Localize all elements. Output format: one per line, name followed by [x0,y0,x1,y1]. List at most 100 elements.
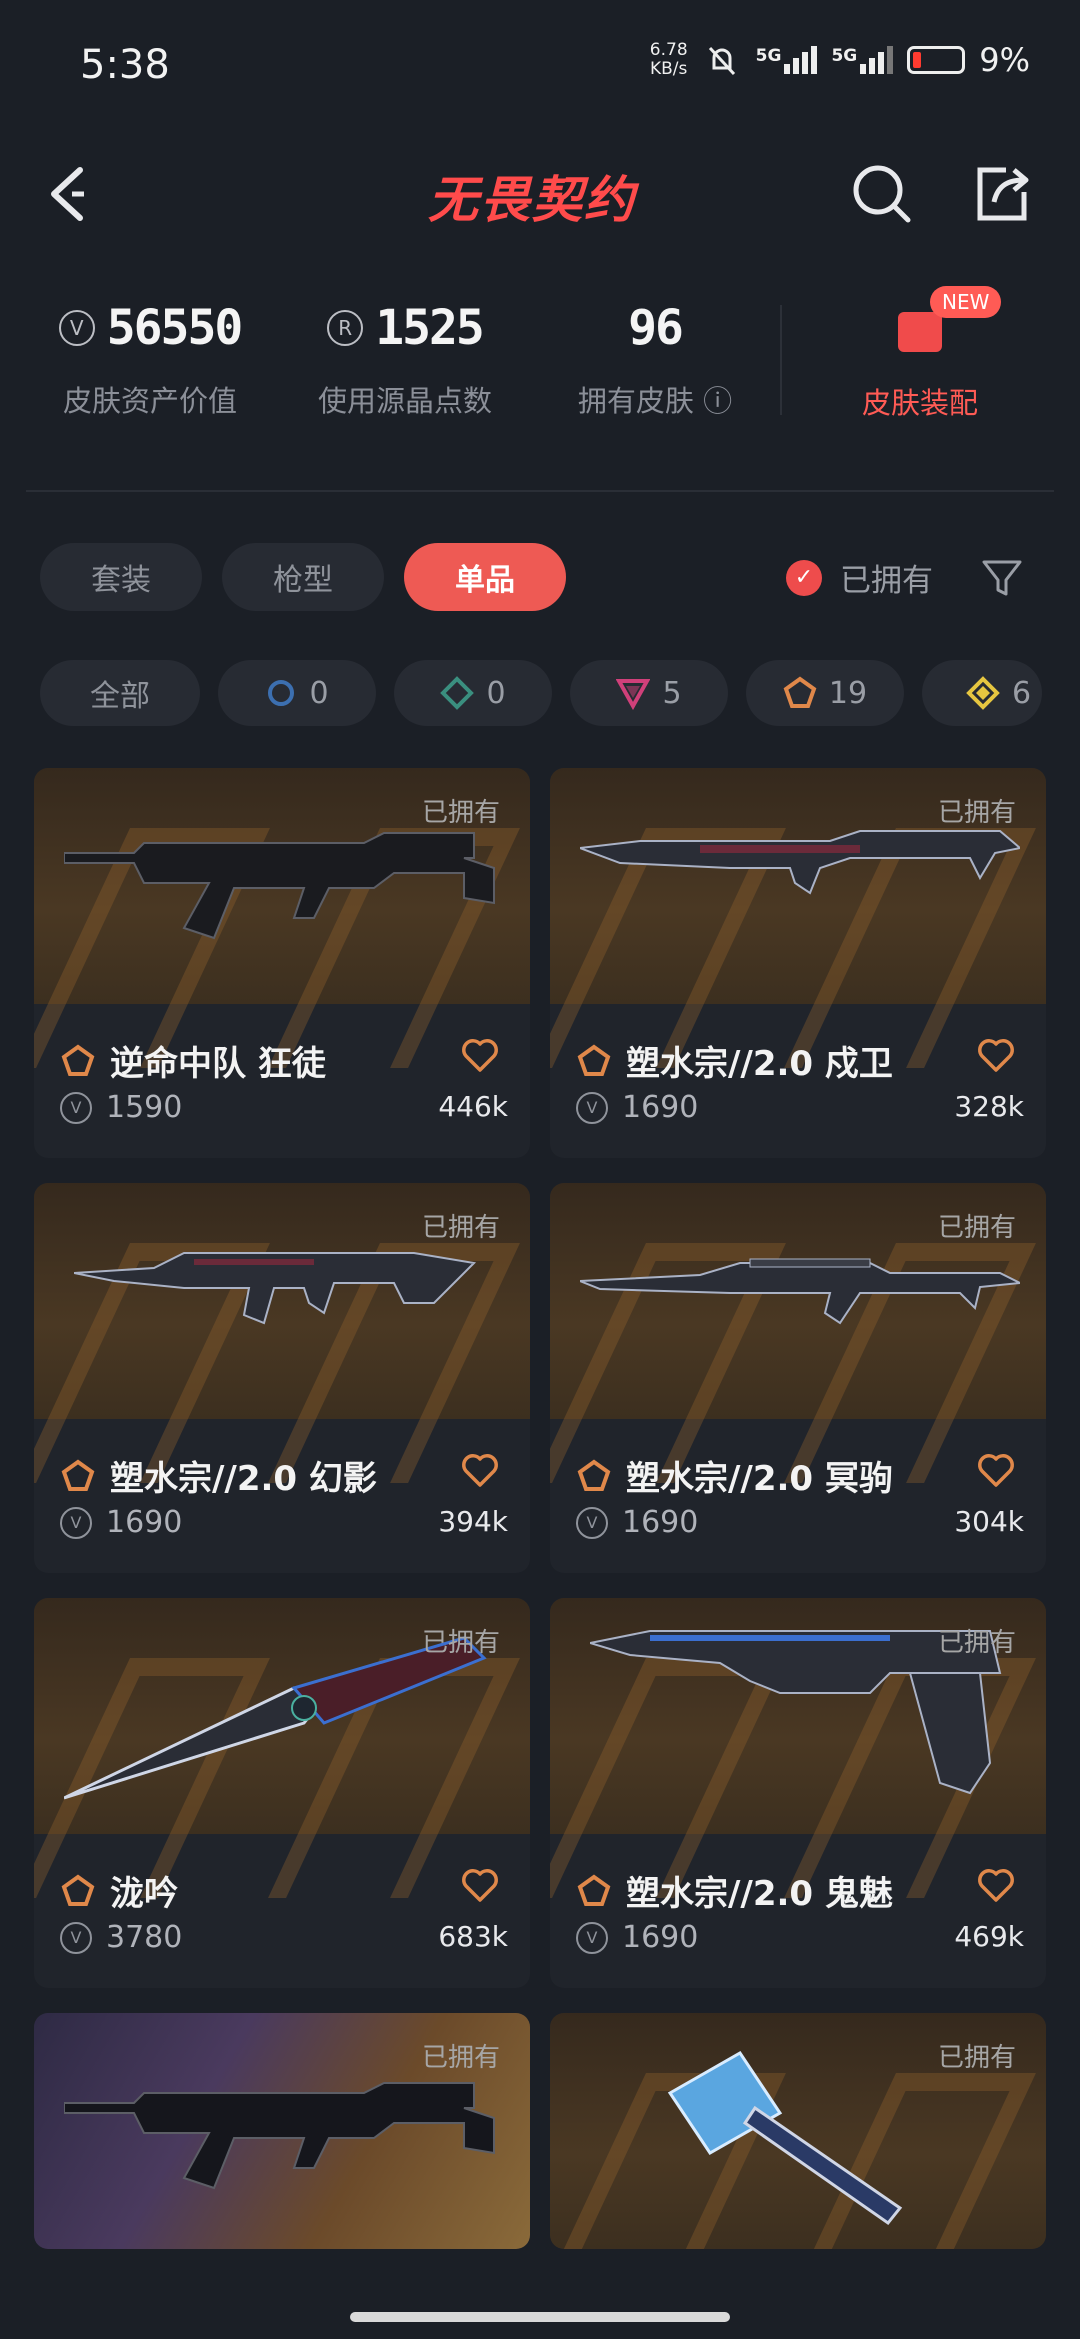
skin-name: 塑水宗//2.0 戍卫 [626,1044,893,1084]
like-count: 446k [438,1090,508,1123]
app-header: 无畏契约 [0,130,1080,260]
skin-card[interactable]: 已拥有 塑水宗//2.0 幻影 V 1690 394k [34,1183,530,1573]
exclusive-tier-icon [577,1459,611,1491]
status-time: 5:38 [80,42,170,88]
heart-icon[interactable] [976,1036,1016,1076]
rp-coin-icon: R [327,310,364,346]
rarity-chip-exclusive[interactable]: 19 [746,660,904,726]
skin-image: 已拥有 [550,768,1046,1068]
tab-single-item[interactable]: 单品 [404,543,566,611]
skin-card[interactable]: 已拥有 泷吟 V 3780 683k [34,1598,530,1988]
skin-name: 塑水宗//2.0 冥驹 [626,1459,893,1499]
vp-coin-icon: V [576,1506,608,1539]
status-bar: 5:38 6.78 KB/s 5G 5G 9% [0,0,1080,130]
exclusive-tier-icon [577,1874,611,1906]
skin-name: 泷吟 [110,1874,178,1914]
vp-coin-icon: V [60,1091,92,1124]
skin-name: 塑水宗//2.0 幻影 [110,1459,377,1499]
heart-icon[interactable] [460,1866,500,1906]
skin-price: 1690 [622,1505,699,1540]
search-icon[interactable] [850,162,914,226]
skin-card[interactable]: 已拥有 塑水宗//2.0 冥驹 V 1690 304k [550,1183,1046,1573]
category-tabs: 套装 枪型 单品 [40,543,566,611]
exclusive-tier-icon [61,1874,95,1906]
stat-owned-skins[interactable]: 96 拥有皮肤 ⓘ [560,300,750,420]
like-count: 683k [438,1920,508,1953]
vp-coin-icon: V [60,1506,92,1539]
exclusive-tier-icon [783,676,817,708]
heart-icon[interactable] [460,1036,500,1076]
guardian-rifle-image [580,830,1020,895]
skin-card[interactable]: 已拥有 塑水宗//2.0 戍卫 V 1690 328k [550,768,1046,1158]
like-count: 328k [954,1090,1024,1123]
ultra-tier-icon [966,676,1000,710]
skin-price: 1690 [622,1090,699,1125]
stats-divider [780,305,782,415]
heart-icon[interactable] [460,1451,500,1491]
rifle-image [64,2082,495,2190]
vp-coin-icon: V [576,1921,608,1954]
exclusive-tier-icon [61,1044,95,1076]
phantom-rifle-image [74,1252,477,1325]
skin-card[interactable]: 已拥有 [550,2013,1046,2249]
vp-coin-icon: V [60,1921,92,1954]
vp-coin-icon: V [58,310,95,346]
skin-name: 逆命中队 狂徒 [110,1044,326,1084]
skin-image: 已拥有 [34,1183,530,1483]
exclusive-tier-icon [577,1044,611,1076]
skin-image: 已拥有 [550,1183,1046,1483]
rarity-chip-select[interactable]: 0 [218,660,376,726]
premium-tier-icon [616,679,651,710]
tab-weapon-type[interactable]: 枪型 [222,543,384,611]
vandal-rifle-image [64,832,495,940]
tab-bundle[interactable]: 套装 [40,543,202,611]
battery-percent: 9% [979,41,1030,79]
heart-icon[interactable] [976,1451,1016,1491]
select-tier-icon [268,680,295,706]
skin-price: 1690 [622,1920,699,1955]
stat-asset-value: V 56550 皮肤资产价值 [50,300,250,420]
skin-card[interactable]: 已拥有 [34,2013,530,2249]
rarity-chip-deluxe[interactable]: 0 [394,660,552,726]
briefcase-icon [898,312,942,352]
like-count: 394k [438,1505,508,1538]
skin-image: 已拥有 [34,2013,530,2249]
heart-icon[interactable] [976,1866,1016,1906]
app-logo: 无畏契约 [428,171,636,229]
like-count: 304k [954,1505,1024,1538]
rarity-chip-ultra[interactable]: 6 [922,660,1042,726]
like-count: 469k [954,1920,1024,1953]
rarity-chip-all[interactable]: 全部 [40,660,200,726]
deluxe-tier-icon [440,676,475,710]
checkmark-icon: ✓ [786,559,822,596]
skin-card[interactable]: 已拥有 逆命中队 狂徒 V 1590 446k [34,768,530,1158]
rarity-chip-premium[interactable]: 5 [570,660,728,726]
exclusive-tier-icon [61,1459,95,1491]
skin-image: 已拥有 [550,1598,1046,1898]
skin-price: 3780 [106,1920,183,1955]
filter-icon[interactable] [980,556,1024,600]
network-speed: 6.78 KB/s [649,40,688,79]
signal-5g-2: 5G [831,46,894,74]
skin-image: 已拥有 [34,768,530,1068]
owned-filter-toggle[interactable]: ✓ 已拥有 [786,555,933,600]
stat-radianite-used: R 1525 使用源晶点数 [317,300,492,418]
hammer-image [667,2051,903,2226]
skin-image: 已拥有 [550,2013,1046,2249]
rarity-filter-bar: 全部 0 0 5 19 6 [40,660,1042,726]
skin-card[interactable]: 已拥有 塑水宗//2.0 鬼魅 V 1690 469k [550,1598,1046,1988]
new-badge: NEW [930,286,1002,318]
status-icons: 6.78 KB/s 5G 5G 9% [650,40,1030,80]
skin-image: 已拥有 [34,1598,530,1898]
back-icon[interactable] [44,162,100,226]
operator-sniper-image [580,1258,1020,1325]
vp-coin-icon: V [576,1091,608,1124]
skin-name: 塑水宗//2.0 鬼魅 [626,1874,893,1914]
battery-icon [907,46,966,74]
home-indicator[interactable] [350,2312,730,2322]
divider [26,490,1054,492]
skin-price: 1590 [106,1090,183,1125]
skin-price: 1690 [106,1505,183,1540]
share-icon[interactable] [970,162,1034,226]
signal-5g-1: 5G [756,46,818,74]
